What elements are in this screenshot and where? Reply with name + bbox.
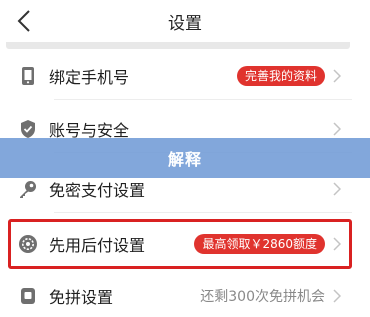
settings-item-pay-later[interactable]: 先用后付设置 最高领取￥2860额度	[10, 219, 352, 269]
settings-item-right: 还剩300次免拼机会	[200, 286, 352, 306]
settings-item-label: 先用后付设置	[49, 236, 146, 255]
gear-icon	[17, 233, 39, 255]
chevron-right-icon	[333, 122, 342, 136]
coupon-icon	[17, 285, 39, 307]
row-divider	[54, 99, 352, 100]
key-icon	[17, 178, 39, 200]
group-free-hint: 还剩300次免拼机会	[200, 289, 325, 305]
page-title: 设置	[168, 14, 202, 34]
row-divider	[54, 212, 352, 213]
chevron-right-icon	[333, 237, 342, 251]
settings-page: 设置 绑定手机号 完善我的资料 账号与安全 免密支付设置 先用后付设置 最高领取…	[0, 0, 370, 317]
chevron-right-icon	[333, 182, 342, 196]
nav-bar: 设置	[0, 0, 370, 42]
settings-item-label: 免拼设置	[49, 288, 114, 307]
settings-item-bind-phone[interactable]: 绑定手机号 完善我的资料	[10, 52, 352, 100]
settings-item-right: 最高领取￥2860额度	[194, 234, 352, 254]
settings-item-label: 免密支付设置	[49, 181, 146, 200]
explanation-banner: 解释	[0, 138, 370, 178]
chevron-right-icon	[333, 289, 342, 303]
settings-item-right: 完善我的资料	[236, 66, 352, 86]
settings-item-right	[325, 122, 352, 136]
shield-check-icon	[17, 118, 39, 140]
section-divider	[6, 42, 350, 49]
phone-icon	[17, 65, 39, 87]
chevron-right-icon	[333, 69, 342, 83]
credit-limit-badge[interactable]: 最高领取￥2860额度	[194, 234, 325, 254]
explanation-text: 解释	[167, 150, 202, 169]
settings-item-right	[325, 182, 352, 196]
profile-badge[interactable]: 完善我的资料	[236, 66, 325, 86]
settings-item-group-free[interactable]: 免拼设置 还剩300次免拼机会	[10, 272, 352, 317]
settings-item-label: 绑定手机号	[49, 68, 130, 87]
